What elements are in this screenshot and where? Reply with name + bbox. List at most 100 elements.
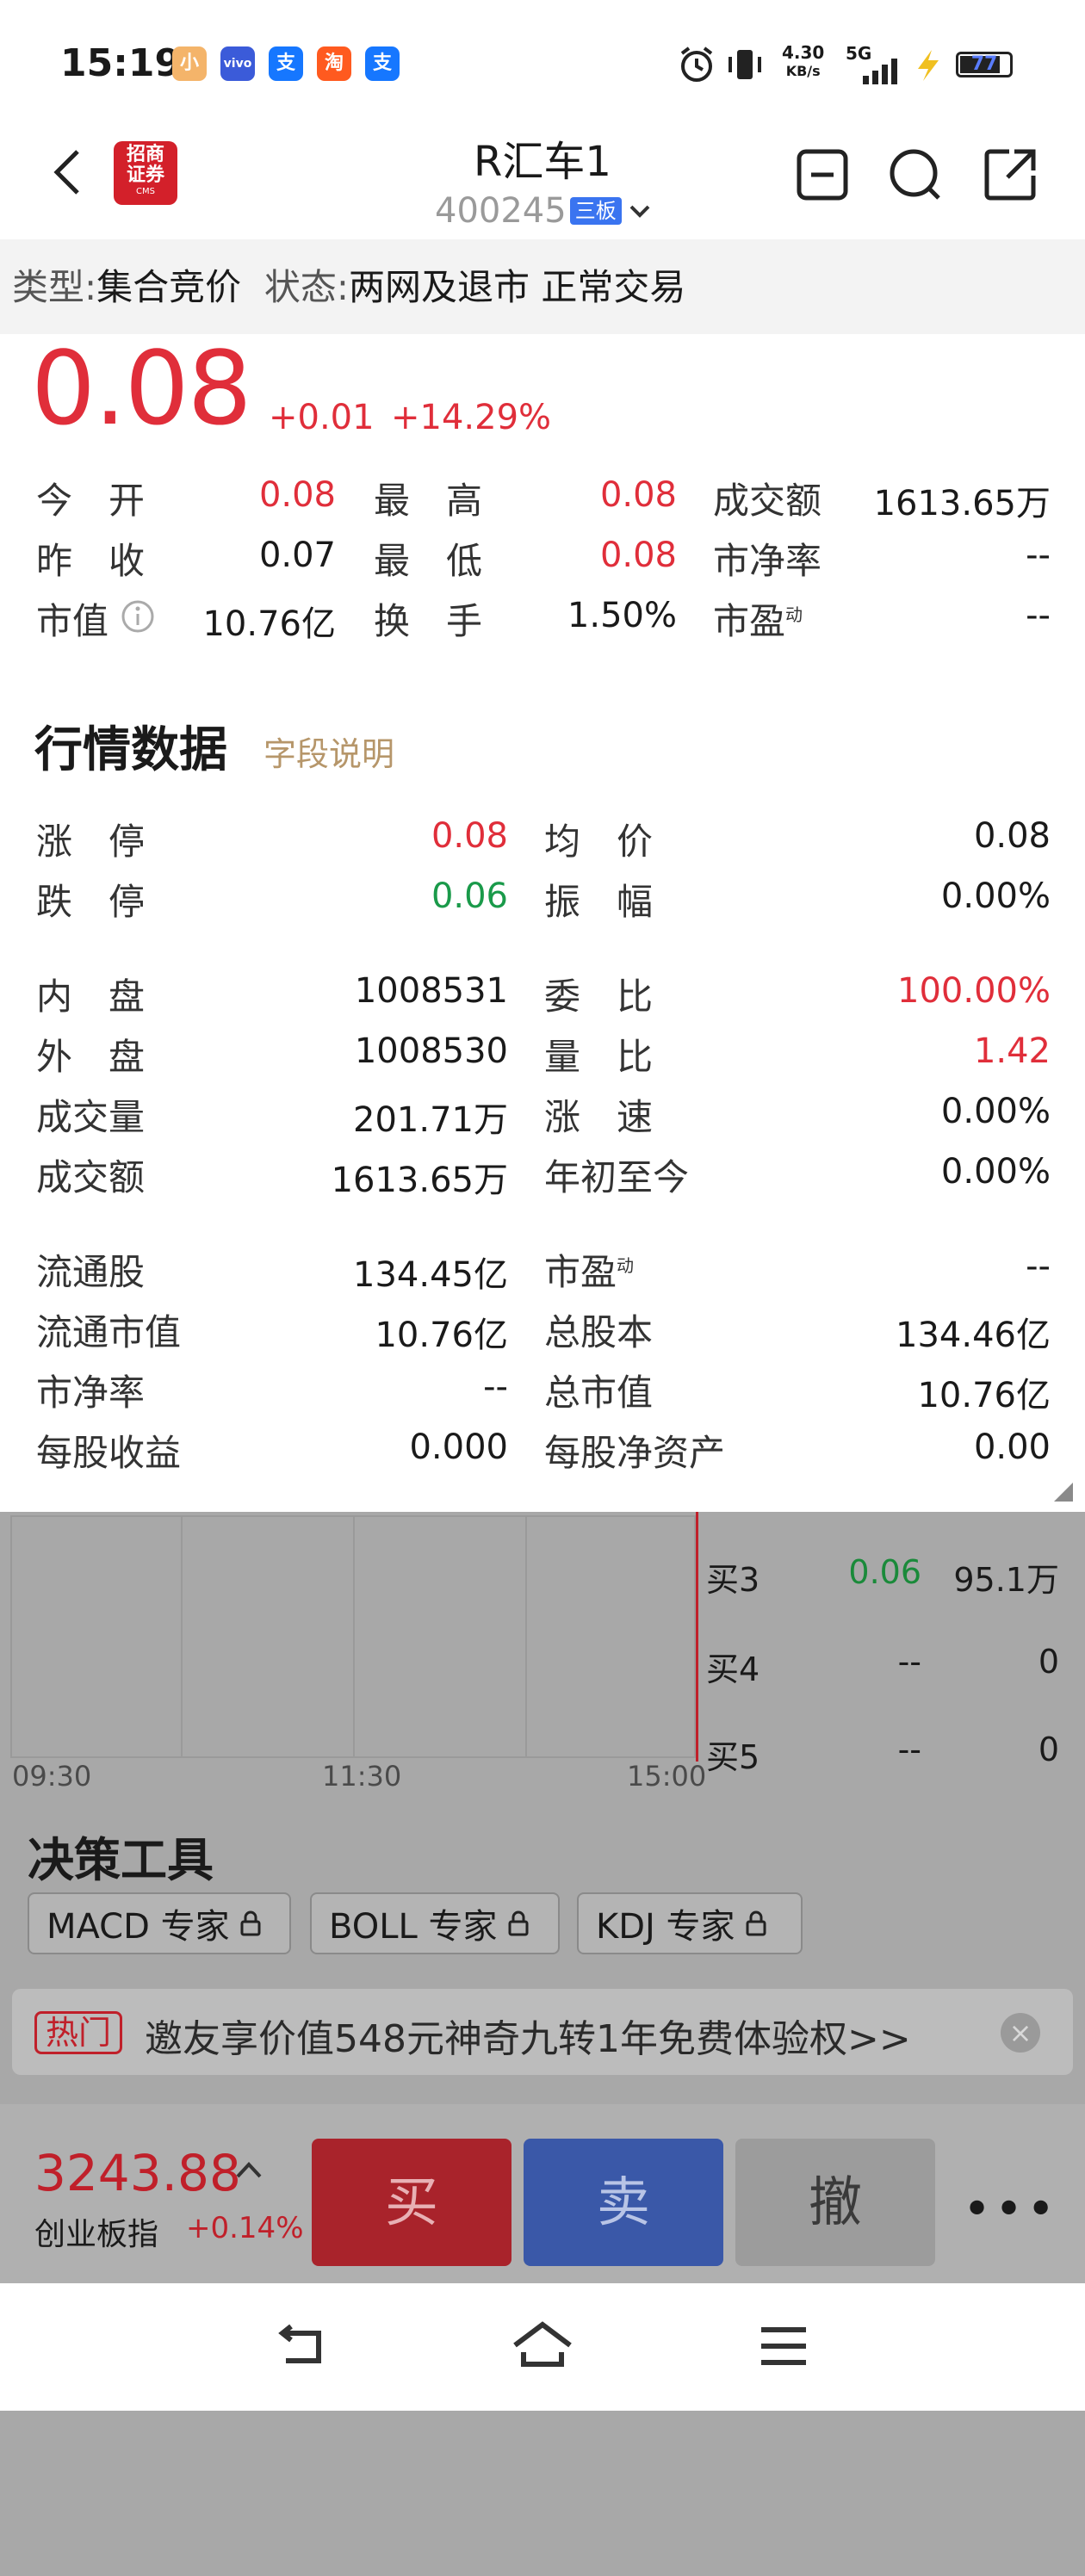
summary-value: 10.76亿 [202, 604, 336, 644]
minus-box-icon[interactable] [792, 145, 852, 205]
corner-marker-icon [1054, 1483, 1073, 1502]
orderbook-price: 0.06 [848, 1553, 921, 1591]
summary-label: 市盈动 [713, 600, 803, 642]
more-button[interactable]: ••• [963, 2182, 1058, 2238]
chevron-up-icon[interactable] [234, 2159, 264, 2182]
summary-value: 1.50% [567, 596, 677, 635]
orderbook-label: 买4 [706, 1650, 760, 1688]
back-button[interactable] [43, 146, 95, 198]
buy-button[interactable]: 买 [312, 2139, 512, 2266]
orderbook-volume: 95.1万 [953, 1561, 1059, 1599]
market-label: 跌 停 [36, 881, 146, 923]
index-name: 创业板指 [34, 2217, 159, 2252]
summary-value: -- [1026, 536, 1051, 575]
market-value: 134.46亿 [896, 1316, 1051, 1355]
notification-app-icon: 小 [172, 46, 207, 81]
notification-app-icon: 支 [365, 46, 400, 81]
market-label: 流通市值 [36, 1311, 182, 1353]
lock-icon [746, 1910, 766, 1936]
field-explanation-link[interactable]: 字段说明 [264, 728, 394, 775]
market-label: 振 幅 [544, 881, 654, 923]
nav-back-icon[interactable] [269, 2316, 338, 2376]
notification-app-icon: 支 [269, 46, 303, 81]
info-icon[interactable] [121, 599, 155, 634]
search-icon[interactable] [885, 145, 946, 205]
orderbook-label: 买3 [706, 1561, 760, 1599]
market-value: 1613.65万 [331, 1161, 508, 1200]
market-value: 10.76亿 [917, 1376, 1051, 1415]
market-value: 0.00% [940, 1092, 1051, 1131]
summary-label: 最 高 [374, 480, 483, 522]
chart-current-time-line [696, 1512, 698, 1762]
market-value: 0.06 [431, 876, 508, 916]
chevron-down-icon [629, 205, 650, 218]
market-value: 201.71万 [353, 1100, 508, 1140]
summary-label: 成交额 [713, 480, 822, 522]
summary-label: 最 低 [374, 540, 483, 582]
close-icon[interactable]: × [1001, 2013, 1040, 2053]
market-value: 1008531 [354, 971, 508, 1011]
summary-label: 市净率 [713, 540, 822, 582]
summary-value: -- [1026, 596, 1051, 635]
stock-code-selector[interactable]: 400245 三板 [435, 189, 653, 232]
market-value: -- [1026, 1247, 1051, 1286]
market-value: 1.42 [973, 1031, 1051, 1071]
market-label: 内 盘 [36, 975, 146, 1018]
market-label: 成交量 [36, 1096, 146, 1138]
orderbook-volume: 0 [1038, 1643, 1059, 1681]
orderbook-price: -- [897, 1731, 921, 1768]
market-value: 0.00 [973, 1427, 1051, 1467]
market-label: 每股净资产 [544, 1432, 726, 1474]
summary-value: 1613.65万 [873, 484, 1051, 523]
market-value: 0.08 [431, 816, 508, 856]
kdj-expert-button[interactable]: KDJ 专家 [577, 1892, 803, 1954]
market-label: 成交额 [36, 1156, 146, 1198]
chart-time-label: 15:00 [627, 1760, 707, 1793]
status-time: 15:19 [60, 41, 182, 85]
index-price[interactable]: 3243.88 [34, 2144, 241, 2202]
nav-menu-icon[interactable] [749, 2316, 818, 2376]
price-change: +0.01 [269, 398, 375, 437]
market-label: 外 盘 [36, 1036, 146, 1078]
market-label: 均 价 [544, 820, 654, 863]
boll-expert-button[interactable]: BOLL 专家 [310, 1892, 560, 1954]
chart-time-label: 09:30 [12, 1760, 92, 1793]
market-label: 流通股 [36, 1251, 146, 1293]
macd-expert-button[interactable]: MACD 专家 [28, 1892, 291, 1954]
promo-text[interactable]: 邀友享价值548元神奇九转1年免费体验权>> [145, 2008, 911, 2063]
market-label: 每股收益 [36, 1432, 182, 1474]
sell-button[interactable]: 卖 [524, 2139, 723, 2266]
chart-time-label: 11:30 [322, 1760, 402, 1793]
charging-icon [918, 50, 939, 81]
trade-type-info: 类型:集合竞价 状态:两网及退市 正常交易 [12, 266, 686, 308]
signal-icon [863, 59, 897, 84]
market-value: 1008530 [354, 1031, 508, 1071]
summary-value: 0.08 [599, 536, 677, 575]
market-value: 0.00% [940, 1152, 1051, 1192]
market-label: 委 比 [544, 975, 654, 1018]
network-speed: 4.30 KB/s [782, 42, 825, 79]
stock-code: 400245 [435, 191, 567, 231]
chart-gridline [181, 1515, 183, 1758]
index-change: +0.14% [186, 2211, 304, 2245]
summary-label: 今 开 [36, 480, 146, 522]
market-value: 100.00% [897, 971, 1051, 1011]
summary-value: 0.08 [258, 475, 336, 515]
broker-logo: 招商 证券 CMS [114, 141, 177, 205]
section-title-market-data: 行情数据 [34, 722, 227, 778]
orderbook-price: -- [897, 1643, 921, 1681]
stock-name: R汇车1 [474, 138, 611, 186]
chart-gridline [353, 1515, 355, 1758]
nav-home-icon[interactable] [508, 2316, 577, 2376]
section-title-tools: 决策工具 [28, 1833, 214, 1887]
market-label: 涨 停 [36, 820, 146, 863]
orderbook-volume: 0 [1038, 1731, 1059, 1768]
share-icon[interactable] [980, 145, 1040, 205]
notification-app-icon: 淘 [317, 46, 351, 81]
summary-value: 0.08 [599, 475, 677, 515]
notification-app-icon: vivo [220, 46, 255, 81]
vibrate-icon [728, 50, 761, 79]
cancel-order-button[interactable]: 撤 [735, 2139, 935, 2266]
summary-label: 市值 [36, 600, 109, 642]
summary-value: 0.07 [258, 536, 336, 575]
